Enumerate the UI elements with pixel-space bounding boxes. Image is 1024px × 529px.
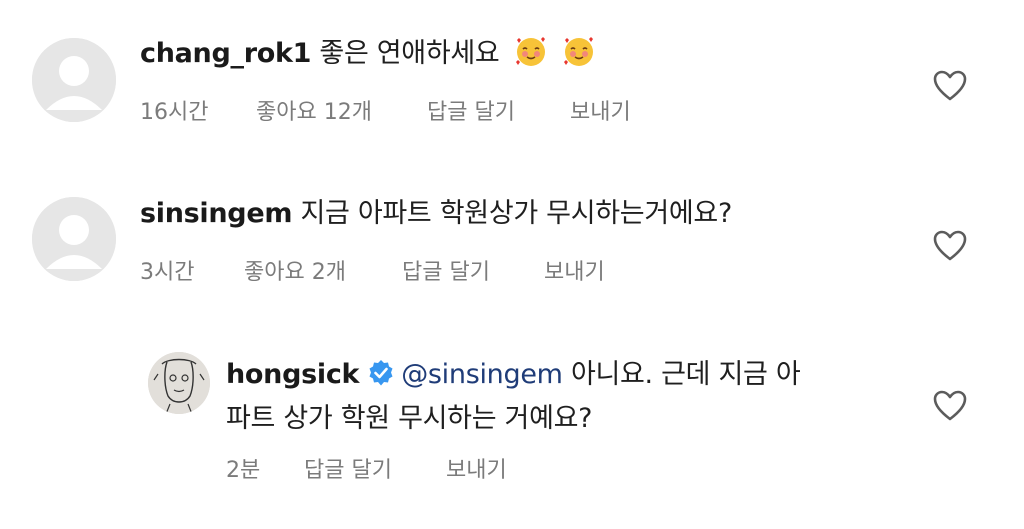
reply-button[interactable]: 답글 달기 [402,254,490,286]
avatar[interactable] [32,38,116,122]
default-avatar-icon [32,38,116,122]
send-button[interactable]: 보내기 [544,254,605,286]
comment-item: chang_rok1 좋은 연애하세요 16시간 좋아요 12개 답글 달기 보… [0,0,1024,160]
reply-item: hongsick @sinsingem 아니요. 근데 지금 아 파트 상가 학원… [0,330,1024,529]
send-button[interactable]: 보내기 [446,452,507,484]
reply-button[interactable]: 답글 달기 [304,452,392,484]
timestamp: 16시간 [140,100,209,125]
comment-item: sinsingem 지금 아파트 학원상가 무시하는거에요? 3시간 좋아요 2… [0,160,1024,310]
sketch-avatar-icon [148,352,210,414]
heart-icon[interactable] [933,230,967,262]
smiling-face-with-hearts-icon [562,34,596,80]
username[interactable]: sinsingem [140,198,292,229]
mention-link[interactable]: @sinsingem [401,359,563,390]
default-avatar-icon [32,197,116,281]
heart-icon[interactable] [933,70,967,102]
avatar[interactable] [148,352,210,414]
comment-body: sinsingem 지금 아파트 학원상가 무시하는거에요? [140,194,732,234]
username[interactable]: hongsick [226,359,360,390]
heart-icon[interactable] [933,390,967,422]
username[interactable]: chang_rok1 [140,38,311,69]
timestamp: 3시간 [140,260,195,285]
reply-line-1: hongsick @sinsingem 아니요. 근데 지금 아 [226,355,866,399]
comment-text: 좋은 연애하세요 [319,38,500,69]
avatar[interactable] [32,197,116,281]
reply-text-line-2: 파트 상가 학원 무시하는 거예요? [226,403,593,434]
smiling-face-with-hearts-icon [514,34,548,80]
comment-body: chang_rok1 좋은 연애하세요 [140,34,596,80]
likes-count[interactable]: 좋아요 12개 [256,94,372,126]
comment-text: 지금 아파트 학원상가 무시하는거에요? [300,198,732,229]
timestamp: 2분 [226,458,261,483]
send-button[interactable]: 보내기 [570,94,631,126]
likes-count[interactable]: 좋아요 2개 [244,254,346,286]
reply-text-line-1: 아니요. 근데 지금 아 [570,359,801,390]
verified-badge-icon [367,359,395,399]
reply-button[interactable]: 답글 달기 [427,94,515,126]
reply-body: hongsick @sinsingem 아니요. 근데 지금 아 파트 상가 학원… [226,355,866,439]
